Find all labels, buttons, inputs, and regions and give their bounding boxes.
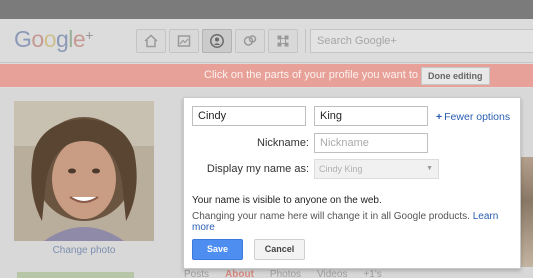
google-plus-logo[interactable]: Google+: [14, 26, 93, 53]
cancel-button[interactable]: Cancel: [254, 239, 305, 260]
tab-about[interactable]: About: [225, 269, 254, 278]
logo-plus: +: [85, 27, 93, 43]
nav-games-button[interactable]: [268, 29, 298, 53]
nav-circles-button[interactable]: [235, 29, 265, 53]
display-name-label: Display my name as:: [206, 163, 309, 175]
dropdown-arrow-icon: ▼: [426, 165, 433, 172]
fewer-options-link[interactable]: + Fewer options: [436, 111, 510, 123]
profile-photo-image: [14, 101, 154, 241]
tab-posts[interactable]: Posts: [184, 269, 209, 278]
first-name-field[interactable]: Cindy: [192, 106, 306, 126]
nav-home-button[interactable]: [136, 29, 166, 53]
games-icon: [277, 35, 289, 47]
tab-photos[interactable]: Photos: [270, 269, 301, 278]
profile-icon: [210, 34, 224, 48]
profile-tabs: Posts About Photos Videos +1's: [184, 269, 382, 278]
search-placeholder: Search Google+: [317, 35, 397, 47]
nav-divider: [305, 29, 306, 53]
circles-icon: [243, 35, 257, 46]
change-photo-link[interactable]: Change photo: [14, 245, 154, 256]
change-note-text: Changing your name here will change it i…: [192, 211, 470, 222]
nav-buttons: [136, 29, 310, 53]
done-editing-button[interactable]: Done editing: [421, 67, 490, 85]
tab-plus-ones[interactable]: +1's: [363, 269, 381, 278]
change-note: Changing your name here will change it i…: [192, 211, 520, 233]
fewer-options-label: Fewer options: [444, 111, 511, 123]
plus-icon: +: [436, 111, 443, 123]
home-icon: [144, 34, 158, 48]
profile-photo[interactable]: [14, 101, 154, 241]
top-header: Google+ Search Google+: [0, 19, 533, 63]
banner-message: Click on the parts of your profile you w…: [204, 69, 442, 81]
profile-action-bar[interactable]: [17, 272, 134, 278]
save-button[interactable]: Save: [192, 239, 243, 260]
tab-videos[interactable]: Videos: [317, 269, 347, 278]
nickname-field[interactable]: Nickname: [314, 133, 428, 153]
nickname-label: Nickname:: [257, 137, 309, 149]
browser-top-strip: [0, 0, 533, 19]
last-name-field[interactable]: King: [314, 106, 428, 126]
edit-name-dialog: Cindy King + Fewer options Nickname: Nick…: [183, 97, 521, 269]
nav-photos-button[interactable]: [169, 29, 199, 53]
display-name-value: Cindy King: [319, 164, 363, 174]
search-input[interactable]: Search Google+: [310, 29, 533, 53]
edit-profile-banner: Click on the parts of your profile you w…: [0, 64, 533, 87]
visibility-text: Your name is visible to anyone on the we…: [192, 195, 382, 206]
nav-profile-button[interactable]: [202, 29, 232, 53]
side-photo-thumbnail: [520, 157, 533, 267]
photos-icon: [177, 35, 191, 47]
display-name-select[interactable]: Cindy King ▼: [314, 159, 439, 179]
